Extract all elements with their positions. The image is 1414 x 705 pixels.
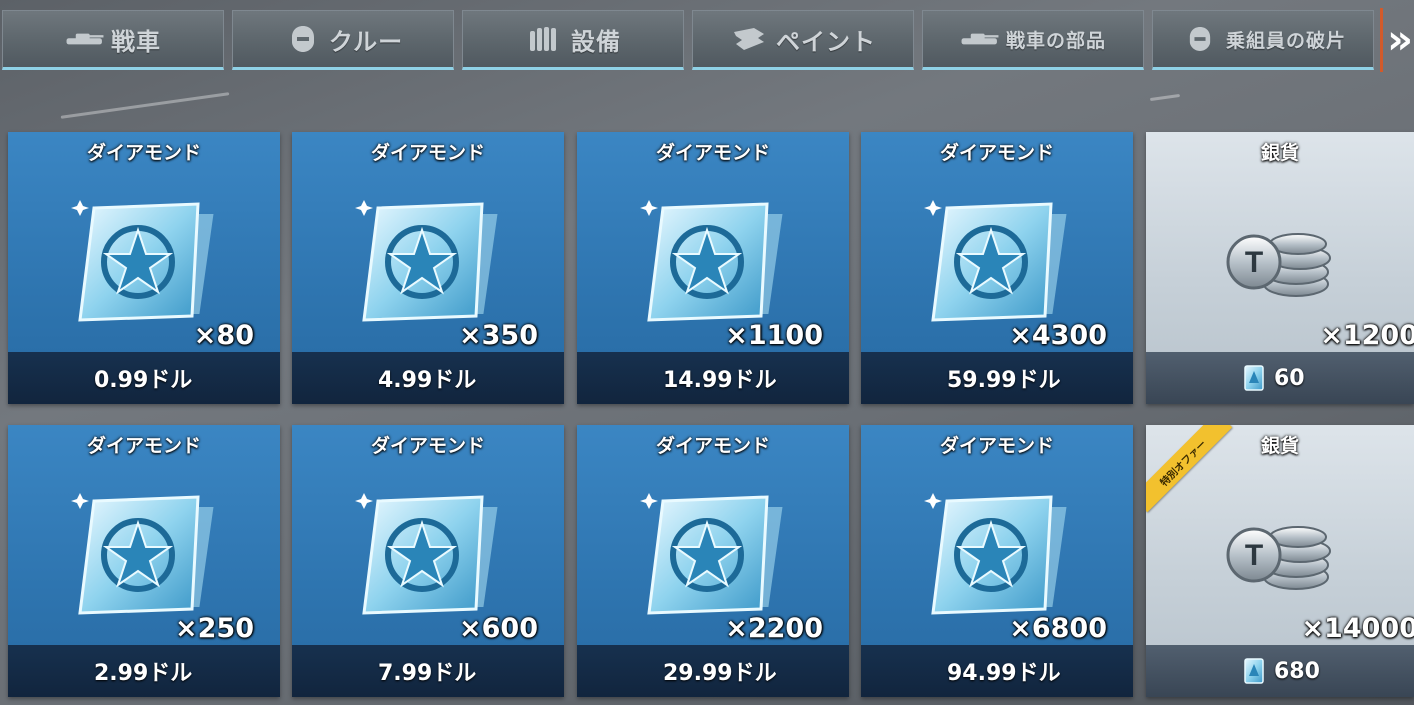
product-quantity: ×600 [459, 613, 538, 644]
product-title: ダイアモンド [370, 435, 485, 457]
diamond-bundle-icon [635, 489, 795, 625]
product-title: ダイアモンド [86, 435, 201, 457]
crew-helmet-icon [1180, 26, 1220, 52]
price-bar[interactable]: 680 [1146, 645, 1414, 697]
product-price: 14.99ドル [663, 368, 777, 393]
price-bar[interactable]: 2.99ドル [8, 645, 280, 697]
product-card[interactable]: ダイアモンド ×600 7.99ドル [292, 425, 564, 697]
category-tab-bar: 戦車 クルー 設備 ペイント 戦車の部品 乗組員の破片 » [0, 8, 1414, 74]
tab-equipment[interactable]: 設備 [462, 10, 684, 70]
product-card[interactable]: ダイアモンド ×250 2.99ドル [8, 425, 280, 697]
product-quantity: ×2200 [725, 613, 823, 644]
tab-tanks[interactable]: 戦車 [2, 10, 224, 70]
tab-crew[interactable]: クルー [232, 10, 454, 70]
product-card[interactable]: 特別オファー 銀貨 ×14000 680 [1146, 425, 1414, 697]
product-price: 59.99ドル [947, 368, 1061, 393]
diamond-bundle-icon [66, 196, 226, 332]
product-quantity: ×250 [175, 613, 254, 644]
product-price: 94.99ドル [947, 661, 1061, 686]
diamond-bundle-icon [350, 489, 510, 625]
diamond-currency-icon [1244, 365, 1264, 391]
product-card[interactable]: 銀貨 ×1200 60 [1146, 132, 1414, 404]
product-card[interactable]: ダイアモンド ×1100 14.99ドル [577, 132, 849, 404]
product-title: ダイアモンド [939, 142, 1054, 164]
diamond-bundle-icon [919, 489, 1079, 625]
product-price: 60 [1274, 365, 1305, 391]
price-bar[interactable]: 4.99ドル [292, 352, 564, 404]
price-bar[interactable]: 94.99ドル [861, 645, 1133, 697]
product-card[interactable]: ダイアモンド ×80 0.99ドル [8, 132, 280, 404]
tab-label: クルー [328, 27, 404, 56]
price-bar[interactable]: 14.99ドル [577, 352, 849, 404]
crew-helmet-icon [283, 26, 323, 52]
diamond-currency-icon [1244, 658, 1264, 684]
tab-crew-fragments[interactable]: 乗組員の破片 [1152, 10, 1374, 70]
diamond-bundle-icon [350, 196, 510, 332]
shells-icon [525, 26, 565, 52]
tab-label: 設備 [571, 27, 621, 56]
product-title: ダイアモンド [655, 142, 770, 164]
product-title: 銀貨 [1260, 435, 1299, 457]
product-title: ダイアモンド [939, 435, 1054, 457]
product-price: 7.99ドル [378, 661, 477, 686]
product-quantity: ×6800 [1009, 613, 1107, 644]
silver-coins-icon [1222, 218, 1340, 308]
tab-paint[interactable]: ペイント [692, 10, 914, 70]
more-tabs-button[interactable]: » [1380, 8, 1414, 72]
background-streak [1149, 93, 1181, 102]
product-card[interactable]: ダイアモンド ×6800 94.99ドル [861, 425, 1133, 697]
product-price: 29.99ドル [663, 661, 777, 686]
product-quantity: ×4300 [1009, 320, 1107, 351]
product-price: 2.99ドル [94, 661, 193, 686]
product-card[interactable]: ダイアモンド ×350 4.99ドル [292, 132, 564, 404]
price-bar[interactable]: 59.99ドル [861, 352, 1133, 404]
product-price: 0.99ドル [94, 368, 193, 393]
price-bar[interactable]: 0.99ドル [8, 352, 280, 404]
tab-tank-parts[interactable]: 戦車の部品 [922, 10, 1144, 70]
product-quantity: ×80 [193, 320, 254, 351]
product-quantity: ×350 [459, 320, 538, 351]
product-quantity: ×1100 [725, 320, 823, 351]
product-title: 銀貨 [1260, 142, 1299, 164]
price-bar[interactable]: 7.99ドル [292, 645, 564, 697]
tank-icon [960, 26, 1000, 52]
product-card[interactable]: ダイアモンド ×2200 29.99ドル [577, 425, 849, 697]
price-bar[interactable]: 29.99ドル [577, 645, 849, 697]
tab-label: ペイント [776, 27, 876, 56]
double-chevron-right-icon: » [1387, 17, 1413, 63]
product-title: ダイアモンド [655, 435, 770, 457]
product-quantity: ×14000 [1301, 613, 1414, 644]
product-price: 680 [1274, 658, 1320, 684]
background-streak [60, 92, 230, 119]
diamond-bundle-icon [919, 196, 1079, 332]
silver-coins-icon [1222, 511, 1340, 601]
price-bar[interactable]: 60 [1146, 352, 1414, 404]
product-title: ダイアモンド [86, 142, 201, 164]
product-card[interactable]: ダイアモンド ×4300 59.99ドル [861, 132, 1133, 404]
tab-label: 戦車の部品 [1005, 29, 1106, 52]
tank-icon [65, 26, 105, 52]
tab-label: 戦車 [111, 27, 161, 56]
product-title: ダイアモンド [370, 142, 485, 164]
diamond-bundle-icon [66, 489, 226, 625]
product-price: 4.99ドル [378, 368, 477, 393]
tab-label: 乗組員の破片 [1225, 29, 1346, 52]
paint-icon [730, 26, 770, 52]
product-quantity: ×1200 [1320, 320, 1414, 351]
diamond-bundle-icon [635, 196, 795, 332]
